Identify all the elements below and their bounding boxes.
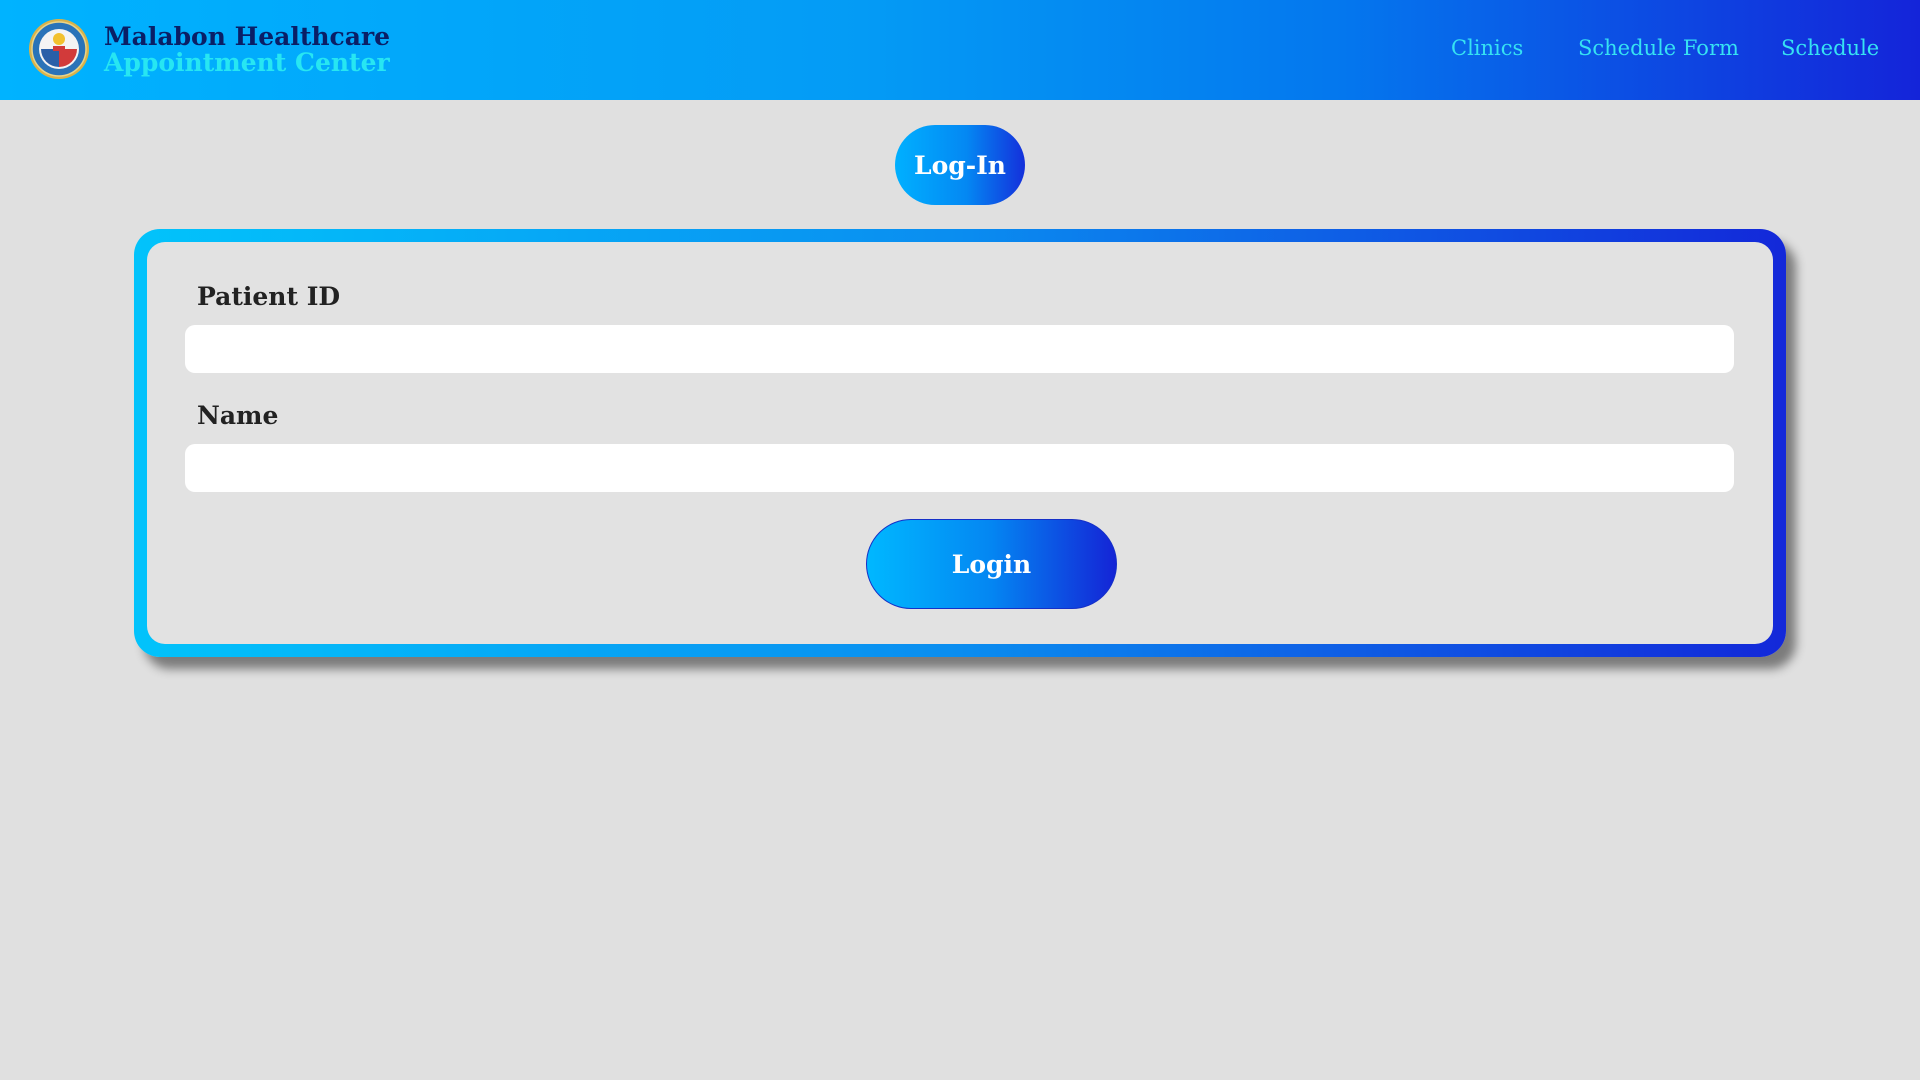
name-input[interactable] xyxy=(185,444,1734,492)
login-form: Patient ID Name Login xyxy=(147,242,1773,644)
brand-title: Malabon Healthcare xyxy=(104,22,391,51)
nav-link-schedule-form[interactable]: Schedule Form xyxy=(1578,36,1739,60)
patient-id-label: Patient ID xyxy=(197,282,341,311)
name-label: Name xyxy=(197,401,279,430)
top-navbar: Malabon Healthcare Appointment Center Cl… xyxy=(0,0,1920,100)
patient-id-input[interactable] xyxy=(185,325,1734,373)
nav-link-clinics[interactable]: Clinics xyxy=(1451,36,1523,60)
city-seal-logo-icon[interactable] xyxy=(28,18,90,80)
brand-subtitle: Appointment Center xyxy=(104,48,390,77)
section-title-badge: Log-In xyxy=(895,125,1025,205)
login-card: Patient ID Name Login xyxy=(134,229,1786,657)
nav-link-schedule[interactable]: Schedule xyxy=(1781,36,1879,60)
login-button[interactable]: Login xyxy=(866,519,1117,609)
